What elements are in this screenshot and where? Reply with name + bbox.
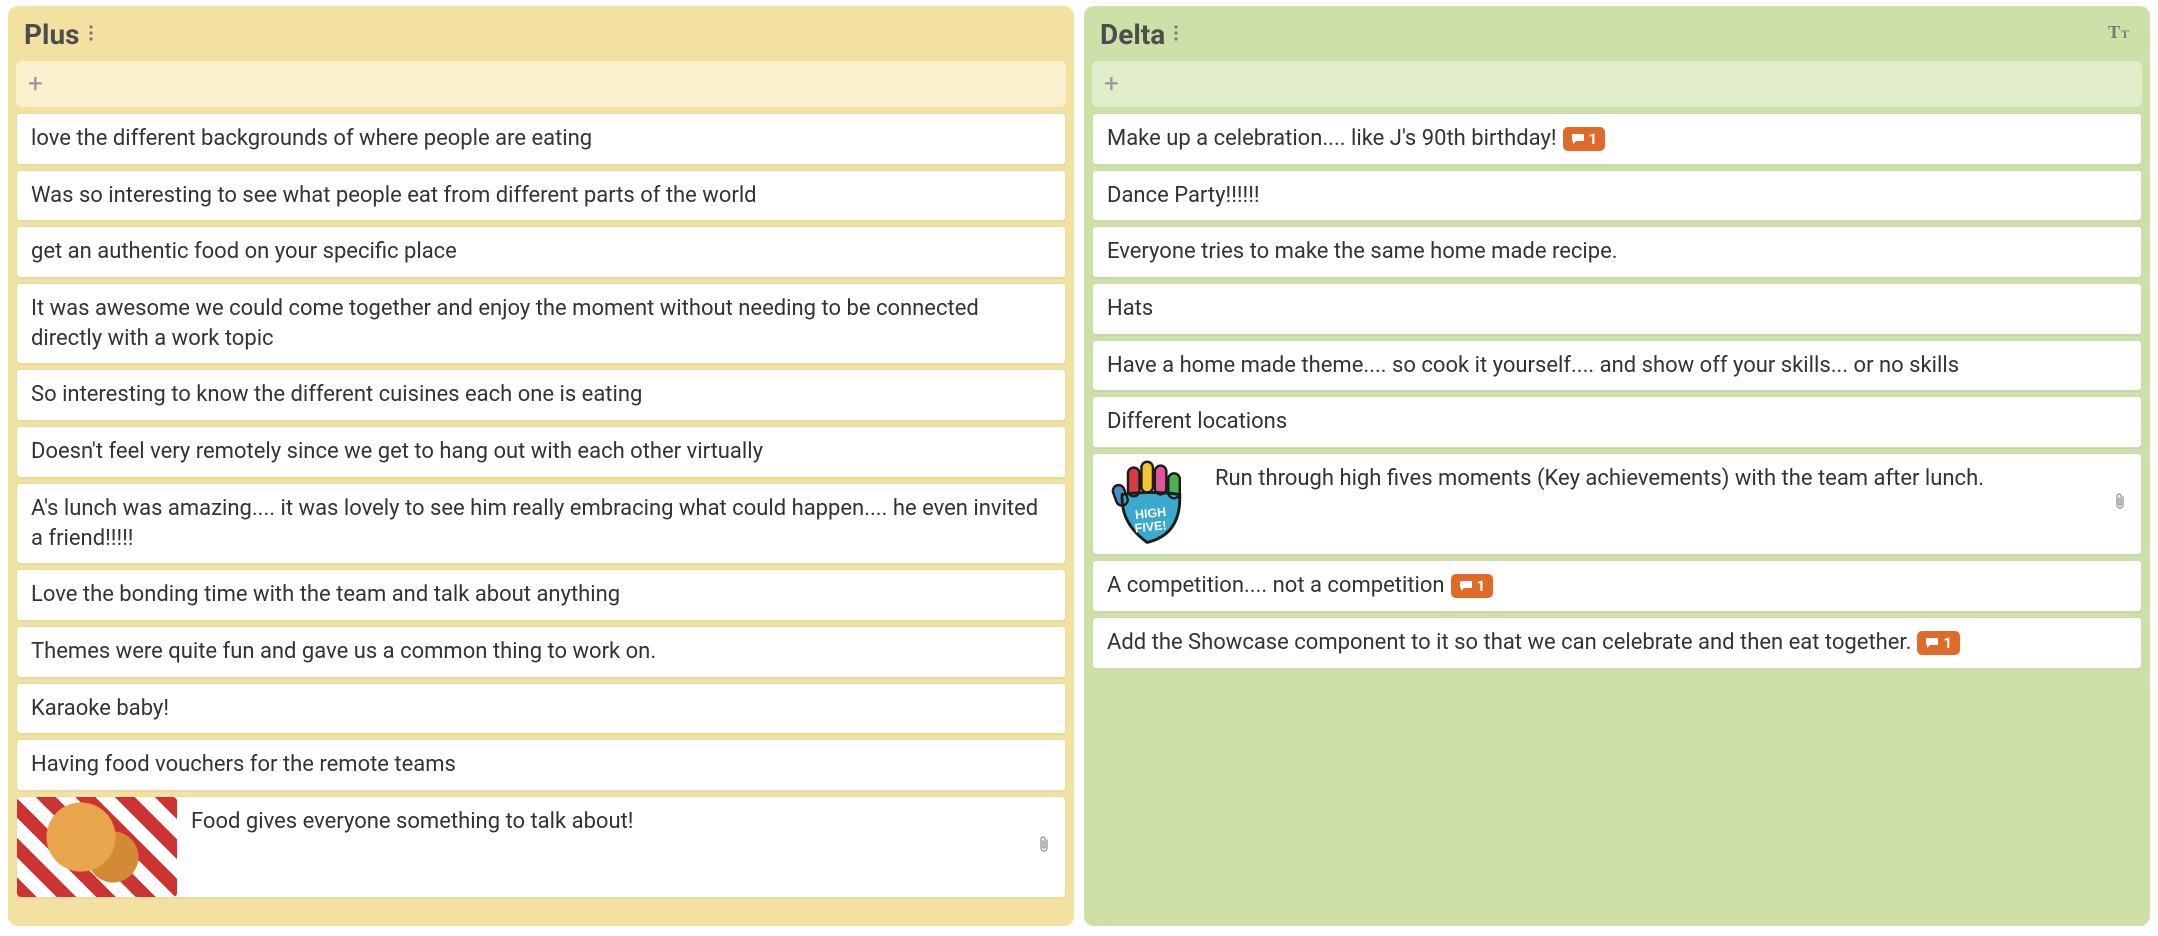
card[interactable]: A competition.... not a competition 1 [1092, 560, 2142, 612]
card-text-content: Was so interesting to see what people ea… [31, 183, 757, 208]
card-text-content: Themes were quite fun and gave us a comm… [31, 639, 656, 664]
attachment-icon[interactable] [1037, 836, 1051, 858]
card-text: Different locations [1107, 407, 2127, 437]
column-header: Delta TT [1090, 12, 2144, 61]
card[interactable]: Add the Showcase component to it so that… [1092, 617, 2142, 669]
card-text: Make up a celebration.... like J's 90th … [1107, 124, 2127, 154]
card-text-content: Karaoke baby! [31, 696, 169, 721]
card-text-content: It was awesome we could come together an… [31, 296, 979, 351]
svg-text:T: T [2108, 22, 2120, 42]
card-text-content: Make up a celebration.... like J's 90th … [1107, 126, 1557, 151]
plus-icon: + [1104, 71, 1119, 97]
text-size-icon[interactable]: TT [2108, 22, 2134, 46]
card[interactable]: It was awesome we could come together an… [16, 283, 1066, 364]
column-delta: Delta TT + Make up a celebration.... like J… [1084, 6, 2150, 926]
card[interactable]: Having food vouchers for the remote team… [16, 739, 1066, 791]
comment-badge[interactable]: 1 [1917, 631, 1960, 655]
card-text-content: Everyone tries to make the same home mad… [1107, 239, 1618, 264]
card[interactable]: Make up a celebration.... like J's 90th … [1092, 113, 2142, 165]
card-text: Themes were quite fun and gave us a comm… [31, 637, 1051, 667]
add-card-button[interactable]: + [16, 61, 1066, 107]
card-text: Karaoke baby! [31, 694, 1051, 724]
card[interactable]: Food gives everyone something to talk ab… [16, 796, 1066, 898]
card-text: Hats [1107, 294, 2127, 324]
card-text-content: Add the Showcase component to it so that… [1107, 630, 1911, 655]
add-card-button[interactable]: + [1092, 61, 2142, 107]
card[interactable]: Different locations [1092, 396, 2142, 448]
retro-board: Plus + love the different backgrounds of w… [0, 0, 2158, 936]
card[interactable]: A's lunch was amazing.... it was lovely … [16, 483, 1066, 564]
card-text-content: get an authentic food on your specific p… [31, 239, 457, 264]
card-text: Run through high fives moments (Key achi… [1215, 464, 2099, 494]
card-text-content: Hats [1107, 296, 1153, 321]
comment-badge[interactable]: 1 [1451, 574, 1494, 598]
card-text-content: Having food vouchers for the remote team… [31, 752, 456, 777]
card-text: Love the bonding time with the team and … [31, 580, 1051, 610]
plus-icon: + [28, 71, 43, 97]
column-plus: Plus + love the different backgrounds of w… [8, 6, 1074, 926]
card[interactable]: So interesting to know the different cui… [16, 369, 1066, 421]
card-text: Everyone tries to make the same home mad… [1107, 237, 2127, 267]
card-text-content: Run through high fives moments (Key achi… [1215, 466, 1984, 491]
card-text-content: So interesting to know the different cui… [31, 382, 642, 407]
card-text-content: A's lunch was amazing.... it was lovely … [31, 496, 1038, 551]
card[interactable]: love the different backgrounds of where … [16, 113, 1066, 165]
card-text: get an authentic food on your specific p… [31, 237, 1051, 267]
card-list: love the different backgrounds of where … [14, 113, 1068, 898]
card-text-content: Love the bonding time with the team and … [31, 582, 620, 607]
card-text: Was so interesting to see what people ea… [31, 181, 1051, 211]
card-text: It was awesome we could come together an… [31, 294, 1051, 353]
card[interactable]: Doesn't feel very remotely since we get … [16, 426, 1066, 478]
card-text: love the different backgrounds of where … [31, 124, 1051, 154]
svg-text:T: T [2121, 27, 2129, 41]
card-text-content: Doesn't feel very remotely since we get … [31, 439, 763, 464]
card-text-content: Food gives everyone something to talk ab… [191, 809, 633, 834]
card-text-content: love the different backgrounds of where … [31, 126, 592, 151]
card-thumbnail-food [17, 797, 177, 897]
card-text-content: A competition.... not a competition [1107, 573, 1445, 598]
column-title[interactable]: Delta [1100, 18, 1165, 51]
comment-count: 1 [1943, 633, 1952, 653]
card[interactable]: Karaoke baby! [16, 683, 1066, 735]
card-text: Food gives everyone something to talk ab… [191, 807, 1023, 837]
card[interactable]: Love the bonding time with the team and … [16, 569, 1066, 621]
card-text: Having food vouchers for the remote team… [31, 750, 1051, 780]
card-text: So interesting to know the different cui… [31, 380, 1051, 410]
card[interactable]: Dance Party!!!!!! [1092, 170, 2142, 222]
card-text: A competition.... not a competition 1 [1107, 571, 2127, 601]
comment-badge[interactable]: 1 [1563, 127, 1606, 151]
card-text: Add the Showcase component to it so that… [1107, 628, 2127, 658]
card[interactable]: Hats [1092, 283, 2142, 335]
column-menu-icon[interactable] [88, 24, 94, 46]
card-text: A's lunch was amazing.... it was lovely … [31, 494, 1051, 553]
card[interactable]: Everyone tries to make the same home mad… [1092, 226, 2142, 278]
card-thumbnail-high-five: HIGH FIVE! [1101, 454, 1201, 554]
column-header: Plus [14, 12, 1068, 61]
card[interactable]: Have a home made theme.... so cook it yo… [1092, 340, 2142, 392]
card-text-content: Have a home made theme.... so cook it yo… [1107, 353, 1959, 378]
attachment-icon[interactable] [2113, 493, 2127, 515]
card[interactable]: Themes were quite fun and gave us a comm… [16, 626, 1066, 678]
comment-count: 1 [1589, 129, 1598, 149]
card-text: Doesn't feel very remotely since we get … [31, 437, 1051, 467]
card[interactable]: get an authentic food on your specific p… [16, 226, 1066, 278]
card-text: Dance Party!!!!!! [1107, 181, 2127, 211]
column-title[interactable]: Plus [24, 18, 80, 51]
card-text-content: Different locations [1107, 409, 1287, 434]
card-text: Have a home made theme.... so cook it yo… [1107, 351, 2127, 381]
card[interactable]: HIGH FIVE! Run through high fives moment… [1092, 453, 2142, 555]
card[interactable]: Was so interesting to see what people ea… [16, 170, 1066, 222]
card-text-content: Dance Party!!!!!! [1107, 183, 1260, 208]
card-list: Make up a celebration.... like J's 90th … [1090, 113, 2144, 669]
column-menu-icon[interactable] [1173, 24, 1179, 46]
comment-count: 1 [1477, 576, 1486, 596]
